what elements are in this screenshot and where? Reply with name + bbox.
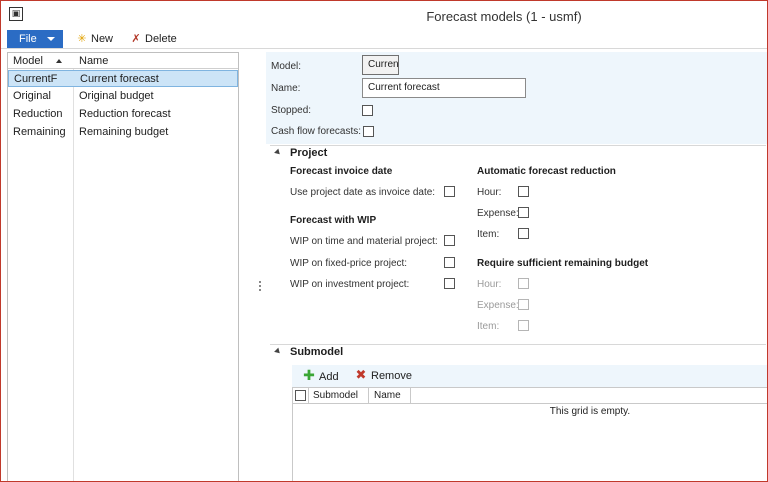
name-label: Name: [271, 83, 301, 94]
delete-label: Delete [145, 33, 177, 45]
auto-expense-checkbox[interactable] [518, 207, 529, 218]
wip-investment-checkbox[interactable] [444, 278, 455, 289]
req-item-checkbox [518, 320, 529, 331]
wip-fixed-price-label: WIP on fixed-price project: [290, 258, 408, 269]
dropdown-caret-icon [47, 37, 55, 41]
title-bar: ▣ Forecast models (1 - usmf) [1, 1, 767, 29]
auto-item-label: Item: [477, 229, 500, 240]
file-menu-label: File [19, 33, 37, 45]
column-separator [410, 388, 411, 404]
name-field[interactable]: Current forecast [362, 78, 526, 98]
new-button[interactable]: ✳ New [75, 31, 113, 47]
auto-expense-label: Expense: [477, 208, 519, 219]
submodel-toolbar: ✚ Add ✖ Remove [292, 365, 767, 387]
column-header-model[interactable]: Model [13, 55, 43, 67]
window-title: Forecast models (1 - usmf) [426, 9, 582, 24]
wip-fixed-price-checkbox[interactable] [444, 257, 455, 268]
select-all-checkbox[interactable] [295, 390, 306, 401]
model-label: Model: [271, 61, 302, 72]
new-star-icon: ✳ [77, 32, 87, 45]
list-header: Model Name [8, 53, 238, 69]
row-model: CurrentF [14, 73, 58, 85]
action-ribbon: File ✳ New ✗ Delete [1, 29, 767, 49]
grid-empty-message: This grid is empty. [549, 406, 631, 417]
forecast-invoice-date-title: Forecast invoice date [290, 166, 393, 177]
detail-pane: Model: Curren Name: Current forecast Sto… [266, 52, 767, 481]
wip-time-material-checkbox[interactable] [444, 235, 455, 246]
wip-investment-label: WIP on investment project: [290, 279, 410, 290]
submodel-section-title: Submodel [290, 346, 344, 358]
pane-splitter-handle[interactable] [259, 281, 262, 297]
list-row-currentf[interactable]: CurrentF Current forecast [8, 70, 238, 87]
stopped-label: Stopped: [271, 105, 312, 116]
file-menu-button[interactable]: File [7, 30, 63, 48]
sort-ascending-icon [56, 59, 62, 63]
cash-flow-checkbox[interactable] [363, 126, 374, 137]
submodel-section-header[interactable]: Submodel [266, 345, 767, 361]
add-label: Add [319, 371, 339, 383]
auto-hour-label: Hour: [477, 187, 502, 198]
column-header-submodel[interactable]: Submodel [313, 390, 358, 401]
model-list: Model Name CurrentF Current forecast Ori… [7, 52, 239, 481]
req-expense-checkbox [518, 299, 529, 310]
req-hour-checkbox [518, 278, 529, 289]
automatic-forecast-reduction-title: Automatic forecast reduction [477, 166, 616, 177]
forecast-with-wip-title: Forecast with WIP [290, 215, 377, 226]
remove-x-icon: ✖ [355, 368, 367, 383]
new-label: New [91, 33, 114, 45]
collapse-triangle-icon [274, 347, 282, 356]
project-section-title: Project [290, 147, 328, 159]
general-fields: Model: Curren Name: Current forecast Sto… [266, 52, 767, 144]
require-remaining-budget-title: Require sufficient remaining budget [477, 258, 649, 269]
row-name: Original budget [79, 90, 154, 102]
list-row-remaining[interactable]: Remaining Remaining budget [8, 124, 238, 141]
column-header-name[interactable]: Name [374, 390, 401, 401]
stopped-checkbox[interactable] [362, 105, 373, 116]
req-expense-label: Expense: [477, 300, 519, 311]
req-hour-label: Hour: [477, 279, 502, 290]
list-row-original[interactable]: Original Original budget [8, 88, 238, 105]
wip-time-material-label: WIP on time and material project: [290, 236, 438, 247]
auto-item-checkbox[interactable] [518, 228, 529, 239]
submodel-grid: Submodel Name This grid is empty. [292, 387, 767, 481]
cash-flow-label: Cash flow forecasts: [271, 126, 362, 137]
use-project-date-checkbox[interactable] [444, 186, 455, 197]
use-project-date-label: Use project date as invoice date: [290, 187, 436, 198]
forecast-models-window: ▣ Forecast models (1 - usmf) File ✳ New ✗… [0, 0, 768, 482]
column-separator [308, 388, 309, 404]
req-item-label: Item: [477, 321, 500, 332]
column-header-name[interactable]: Name [79, 55, 108, 67]
delete-button[interactable]: ✗ Delete [129, 31, 177, 47]
remove-label: Remove [371, 370, 412, 382]
row-model: Remaining [13, 126, 66, 138]
delete-x-icon: ✗ [131, 32, 141, 45]
project-section-header[interactable]: Project [266, 146, 767, 162]
model-field[interactable]: Curren [362, 55, 399, 75]
list-row-reduction[interactable]: Reduction Reduction forecast [8, 106, 238, 123]
row-name: Remaining budget [79, 126, 169, 138]
add-button[interactable]: ✚ Add [302, 368, 339, 385]
row-model: Original [13, 90, 51, 102]
grid-header: Submodel Name [293, 388, 767, 404]
row-name: Reduction forecast [79, 108, 171, 120]
row-name: Current forecast [80, 73, 159, 85]
row-model: Reduction [13, 108, 63, 120]
collapse-triangle-icon [274, 148, 282, 157]
add-plus-icon: ✚ [303, 368, 315, 384]
auto-hour-checkbox[interactable] [518, 186, 529, 197]
remove-button[interactable]: ✖ Remove [354, 368, 412, 384]
column-separator [368, 388, 369, 404]
